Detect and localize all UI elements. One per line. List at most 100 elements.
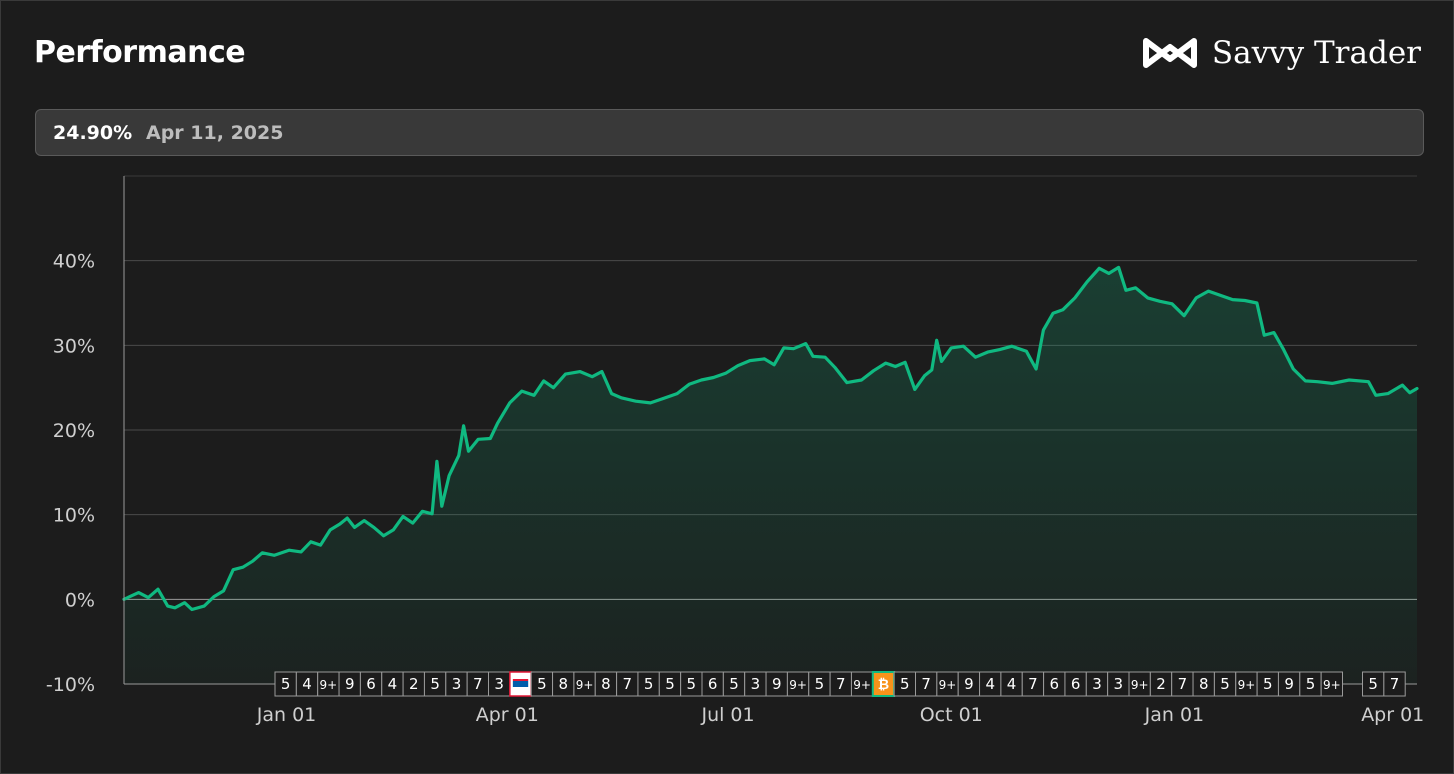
event-badge[interactable]: 2 <box>402 671 425 697</box>
event-badge[interactable]: 7 <box>829 671 852 697</box>
badge-count: 9+ <box>1323 678 1341 692</box>
badge-count: 9 <box>772 675 782 693</box>
badge-count: 7 <box>623 675 633 693</box>
event-badge[interactable]: 5 <box>1256 671 1279 697</box>
event-badge[interactable]: 7 <box>466 671 489 697</box>
costco-logo-icon <box>512 681 529 687</box>
event-badge[interactable]: 9 <box>338 671 361 697</box>
event-badge[interactable]: 9+ <box>573 671 596 697</box>
event-badge[interactable]: 6 <box>1043 671 1066 697</box>
badge-count: 4 <box>388 675 398 693</box>
badge-count: 5 <box>644 675 654 693</box>
event-badge[interactable]: 8 <box>552 671 575 697</box>
badge-count: 8 <box>558 675 568 693</box>
event-badge[interactable]: 3 <box>488 671 511 697</box>
event-badge[interactable]: 9+ <box>1320 671 1344 697</box>
y-tick-label: 0% <box>65 589 95 611</box>
badge-count: 9 <box>964 675 974 693</box>
y-tick-label: 40% <box>53 251 95 273</box>
event-badge[interactable]: 3 <box>1107 671 1130 697</box>
badge-count: 5 <box>281 675 291 693</box>
event-badge[interactable]: 5 <box>423 671 447 697</box>
event-badge[interactable]: 7 <box>1383 671 1406 697</box>
event-badge[interactable]: ₿ <box>871 671 896 697</box>
event-badge[interactable] <box>509 671 532 697</box>
event-badge[interactable]: 7 <box>915 671 938 697</box>
badge-count: 7 <box>1390 675 1400 693</box>
badge-count: 9+ <box>1131 678 1149 692</box>
event-badge[interactable]: 5 <box>637 671 660 697</box>
event-badge[interactable]: 5 <box>658 671 682 697</box>
x-tick-label: Jul 01 <box>700 704 754 726</box>
event-badge[interactable]: 4 <box>295 671 319 697</box>
event-badge[interactable]: 4 <box>381 671 404 697</box>
badge-count: 9+ <box>939 678 957 692</box>
badge-count: 7 <box>473 675 483 693</box>
y-tick-label: -10% <box>46 674 95 696</box>
event-badge[interactable]: 5 <box>274 671 297 697</box>
event-badge[interactable]: 6 <box>1064 671 1087 697</box>
badge-count: 5 <box>665 675 675 693</box>
event-badge[interactable]: 9 <box>957 671 981 697</box>
badge-count: 5 <box>815 675 825 693</box>
event-badge[interactable]: 9+ <box>317 671 340 697</box>
x-tick-label: Jan 01 <box>256 704 317 726</box>
event-badge[interactable]: 7 <box>1021 671 1045 697</box>
event-badge[interactable]: 8 <box>594 671 618 697</box>
badge-count: 5 <box>537 675 547 693</box>
badge-count: 6 <box>1050 675 1060 693</box>
costco-logo-stripe <box>512 679 529 681</box>
badge-count: 2 <box>1156 675 1166 693</box>
x-tick-label: Apr 01 <box>1361 704 1424 726</box>
badge-count: 5 <box>1306 675 1316 693</box>
event-badge[interactable]: 3 <box>744 671 767 697</box>
badge-count: 6 <box>366 675 376 693</box>
event-badge[interactable]: 3 <box>1085 671 1109 697</box>
badge-count: 8 <box>1199 675 1209 693</box>
badge-count: 7 <box>1178 675 1188 693</box>
badge-count: 7 <box>921 675 931 693</box>
badge-count: 3 <box>1092 675 1102 693</box>
y-tick-label: 20% <box>53 420 95 442</box>
performance-chart[interactable]: -10% 0% 10% 20% 30% 40% Jan 01 Apr 01 Jul 01 Oct… <box>1 1 1453 773</box>
badge-count: 7 <box>1028 675 1038 693</box>
badge-count: 6 <box>708 675 718 693</box>
event-badge[interactable]: 5 <box>1213 671 1237 697</box>
event-badge[interactable]: 8 <box>1192 671 1215 697</box>
badge-count: 4 <box>985 675 995 693</box>
event-badge[interactable]: 5 <box>680 671 703 697</box>
event-badge[interactable]: 4 <box>979 671 1002 697</box>
badge-count: 4 <box>1007 675 1017 693</box>
badge-count: 5 <box>687 675 697 693</box>
badge-count: 5 <box>430 675 440 693</box>
event-badge[interactable]: 5 <box>530 671 554 697</box>
event-badge[interactable]: 3 <box>445 671 468 697</box>
event-badge[interactable]: 6 <box>701 671 724 697</box>
event-badge[interactable]: 9 <box>1277 671 1301 697</box>
event-badge[interactable]: 5 <box>722 671 746 697</box>
badge-count: 9 <box>345 675 355 693</box>
y-tick-label: 10% <box>53 505 95 527</box>
badge-count: 9+ <box>789 678 807 692</box>
badge-count: 3 <box>452 675 462 693</box>
event-badge[interactable]: 9+ <box>936 671 959 697</box>
badge-count: 9 <box>1284 675 1294 693</box>
event-badge[interactable]: 9+ <box>850 671 874 697</box>
event-badge[interactable]: 5 <box>893 671 917 697</box>
event-badge[interactable]: 5 <box>808 671 831 697</box>
event-badge[interactable]: 6 <box>359 671 383 697</box>
event-badge[interactable]: 5 <box>1362 671 1385 697</box>
event-badge[interactable]: 5 <box>1299 671 1322 697</box>
event-badge[interactable]: 7 <box>1171 671 1194 697</box>
badge-count: 9+ <box>320 678 338 692</box>
badge-count: 3 <box>494 675 504 693</box>
badge-count: 4 <box>302 675 312 693</box>
event-badge[interactable]: 9 <box>765 671 788 697</box>
badge-count: 5 <box>1368 675 1378 693</box>
event-badge[interactable]: 9+ <box>1128 671 1151 697</box>
event-badge[interactable]: 2 <box>1149 671 1173 697</box>
event-badge[interactable]: 7 <box>616 671 639 697</box>
event-badge[interactable]: 9+ <box>1235 671 1258 697</box>
event-badge[interactable]: 9+ <box>786 671 810 697</box>
event-badge[interactable]: 4 <box>1000 671 1023 697</box>
